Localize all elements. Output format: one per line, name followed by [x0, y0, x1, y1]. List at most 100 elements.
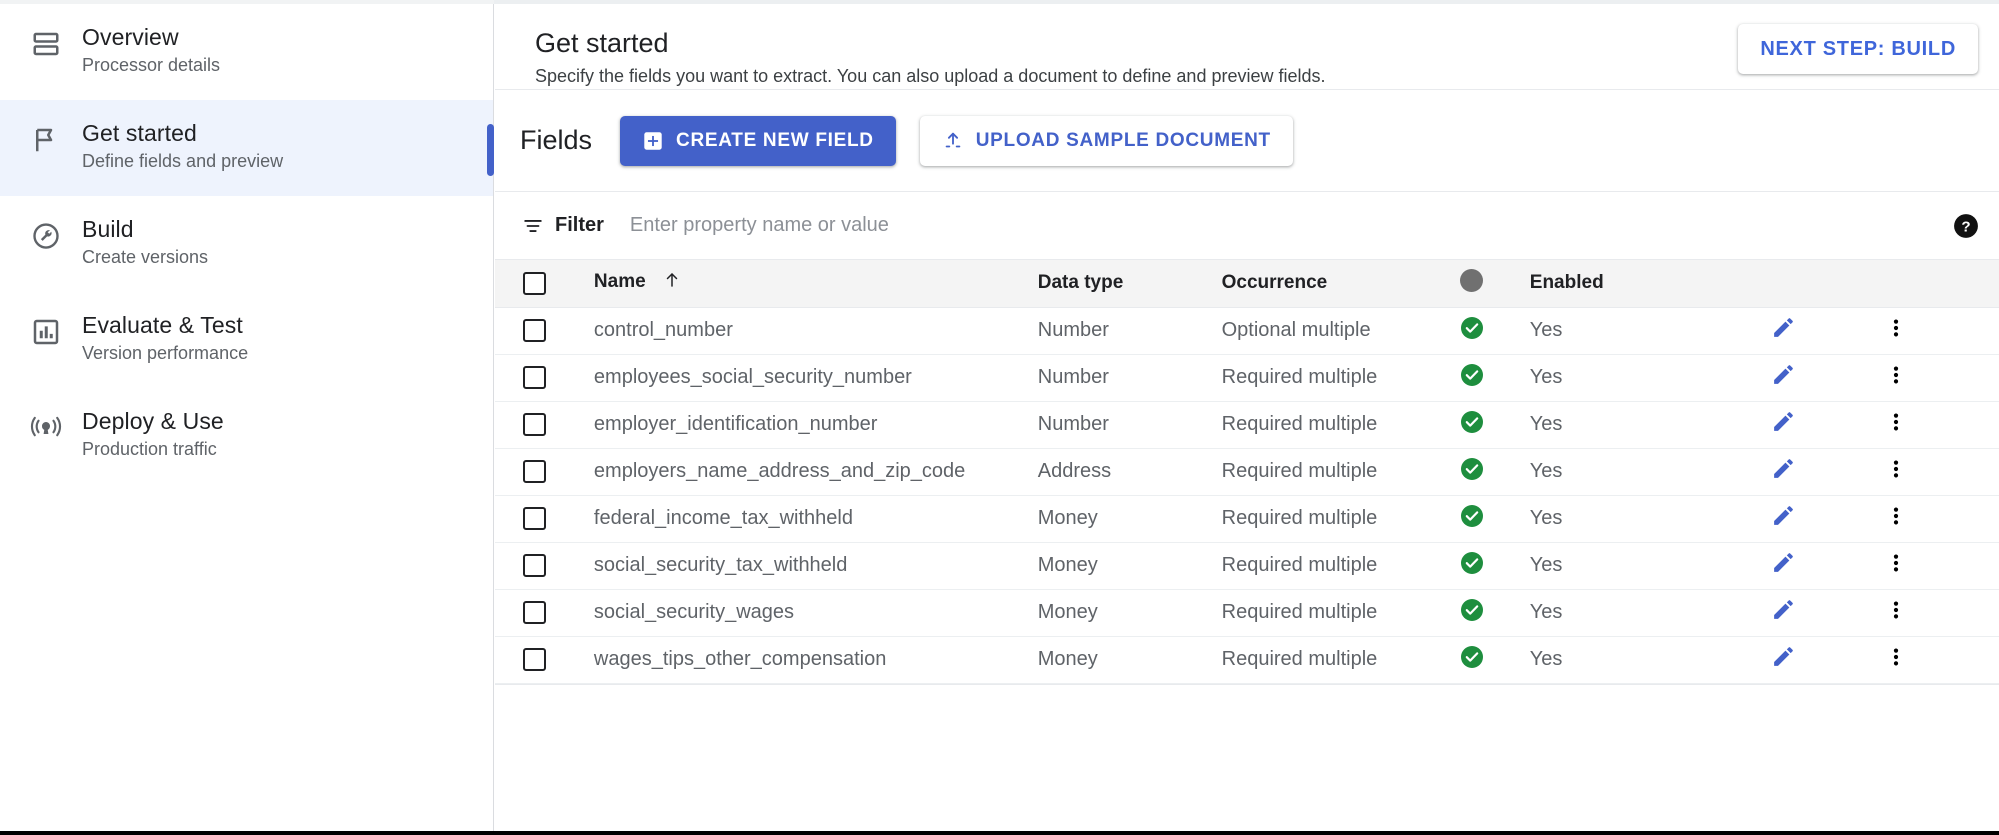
- bar-chart-icon: [26, 312, 66, 352]
- sidebar-item-overview[interactable]: Overview Processor details: [0, 4, 493, 100]
- row-select-cell: [495, 401, 594, 448]
- sidebar-item-get-started[interactable]: Get started Define fields and preview: [0, 100, 493, 196]
- cell-more: [1885, 354, 1999, 401]
- column-header-edit: [1770, 260, 1885, 308]
- cell-name: control_number: [593, 319, 733, 341]
- column-header-data-type[interactable]: Data type: [1037, 260, 1222, 308]
- sidebar-item-title: Evaluate & Test: [82, 312, 243, 338]
- column-header-enabled[interactable]: Enabled: [1529, 260, 1771, 308]
- table-row[interactable]: employers_name_address_and_zip_code Addre…: [495, 448, 1999, 495]
- filter-label: Filter: [555, 214, 604, 236]
- sort-ascending-icon: [663, 271, 681, 295]
- sidebar-item-subtitle: Define fields and preview: [82, 151, 284, 171]
- edit-pencil-icon[interactable]: [1771, 644, 1796, 669]
- select-all-header: [495, 260, 594, 308]
- check-circle-icon: [1460, 457, 1484, 481]
- cell-status: [1460, 589, 1530, 636]
- more-vert-icon[interactable]: [1885, 505, 1907, 527]
- cell-data-type: Money: [1037, 648, 1098, 670]
- more-vert-icon[interactable]: [1885, 552, 1907, 574]
- cell-name: employer_identification_number: [593, 413, 878, 435]
- cell-status: [1460, 354, 1530, 401]
- next-step-build-button[interactable]: NEXT STEP: BUILD: [1738, 24, 1978, 74]
- table-row[interactable]: social_security_wages Money Required multi…: [495, 589, 1999, 636]
- table-body: control_number Number Optional multiple Yes…: [495, 307, 1999, 683]
- table-row[interactable]: control_number Number Optional multiple Yes: [495, 307, 1999, 354]
- edit-pencil-icon[interactable]: [1771, 503, 1796, 528]
- more-vert-icon[interactable]: [1885, 599, 1907, 621]
- row-checkbox[interactable]: [523, 460, 546, 483]
- more-vert-icon[interactable]: [1885, 411, 1907, 433]
- help-icon[interactable]: ?: [1953, 213, 1979, 239]
- more-vert-icon[interactable]: [1885, 458, 1907, 480]
- cell-occurrence: Required multiple: [1221, 507, 1378, 529]
- sidebar-item-deploy-and-use[interactable]: Deploy & Use Production traffic: [0, 388, 493, 484]
- edit-pencil-icon[interactable]: [1771, 409, 1796, 434]
- create-new-field-button[interactable]: CREATE NEW FIELD: [620, 115, 896, 166]
- fields-section-label: Fields: [520, 125, 593, 155]
- row-select-cell: [495, 636, 594, 683]
- table-row[interactable]: employees_social_security_number Number Re…: [495, 354, 1999, 401]
- flag-icon: [26, 120, 66, 160]
- more-vert-icon[interactable]: [1885, 364, 1907, 386]
- cell-data-type: Money: [1037, 507, 1098, 529]
- cell-name: employees_social_security_number: [593, 366, 912, 388]
- cell-name: federal_income_tax_withheld: [593, 507, 853, 529]
- sidebar-item-subtitle: Production traffic: [82, 439, 217, 459]
- edit-pencil-icon[interactable]: [1771, 550, 1796, 575]
- edit-pencil-icon[interactable]: [1771, 456, 1796, 481]
- sidebar-item-subtitle: Create versions: [82, 247, 209, 267]
- cell-data-type: Money: [1037, 601, 1098, 623]
- filter-icon[interactable]: [522, 215, 544, 237]
- cell-more: [1885, 448, 1999, 495]
- sidebar-item-evaluate-and-test[interactable]: Evaluate & Test Version performance: [0, 292, 493, 388]
- cell-edit: [1771, 542, 1885, 589]
- cell-data-type: Number: [1037, 366, 1109, 388]
- row-checkbox[interactable]: [523, 507, 546, 530]
- table-header-row: Name Data type Occurrence Enabled: [495, 260, 1999, 308]
- edit-pencil-icon[interactable]: [1771, 597, 1796, 622]
- check-circle-icon: [1460, 363, 1484, 387]
- sidebar-item-title: Build: [82, 216, 134, 242]
- sidebar-item-build[interactable]: Build Create versions: [0, 196, 493, 292]
- window-bottom-edge: [0, 831, 1999, 835]
- edit-pencil-icon[interactable]: [1771, 362, 1796, 387]
- cell-data-type: Address: [1037, 460, 1112, 482]
- edit-pencil-icon[interactable]: [1771, 315, 1796, 340]
- upload-sample-document-button[interactable]: UPLOAD SAMPLE DOCUMENT: [919, 115, 1293, 166]
- row-checkbox[interactable]: [523, 413, 546, 436]
- column-header-status[interactable]: [1460, 260, 1530, 308]
- cell-enabled: Yes: [1529, 460, 1563, 482]
- more-vert-icon[interactable]: [1885, 317, 1907, 339]
- row-checkbox[interactable]: [523, 319, 546, 342]
- cell-name: wages_tips_other_compensation: [593, 648, 887, 670]
- cell-data-type: Number: [1037, 319, 1109, 341]
- cell-data-type: Number: [1037, 413, 1109, 435]
- table-row[interactable]: employer_identification_number Number Requ…: [495, 401, 1999, 448]
- cell-enabled: Yes: [1529, 507, 1563, 529]
- table-row[interactable]: wages_tips_other_compensation Money Requir…: [495, 636, 1999, 683]
- column-header-occurrence[interactable]: Occurrence: [1221, 260, 1461, 308]
- active-section-indicator[interactable]: [487, 124, 494, 176]
- sidebar: Overview Processor details Get started D…: [0, 4, 494, 835]
- sidebar-item-title: Overview: [82, 24, 179, 50]
- table-row[interactable]: federal_income_tax_withheld Money Required…: [495, 495, 1999, 542]
- row-checkbox[interactable]: [523, 366, 546, 389]
- cell-enabled: Yes: [1529, 319, 1563, 341]
- row-checkbox[interactable]: [523, 554, 546, 577]
- main-content: Get started Specify the fields you want …: [495, 4, 1999, 835]
- select-all-checkbox[interactable]: [523, 271, 546, 295]
- row-checkbox[interactable]: [523, 601, 546, 624]
- row-checkbox[interactable]: [523, 648, 546, 671]
- check-circle-icon: [1460, 410, 1484, 434]
- table-row[interactable]: social_security_tax_withheld Money Require…: [495, 542, 1999, 589]
- fields-toolbar: Fields CREATE NEW FIELD UPLOAD SAMPLE DO…: [495, 90, 1999, 192]
- more-vert-icon[interactable]: [1885, 646, 1907, 668]
- cell-occurrence: Required multiple: [1221, 554, 1378, 576]
- cell-edit: [1771, 589, 1885, 636]
- filter-bar: Filter ?: [495, 192, 1999, 260]
- filter-input[interactable]: [627, 213, 1328, 238]
- table-head: Name Data type Occurrence Enabled: [495, 260, 1999, 308]
- cell-occurrence: Required multiple: [1221, 460, 1378, 482]
- column-header-name[interactable]: Name: [593, 260, 1038, 308]
